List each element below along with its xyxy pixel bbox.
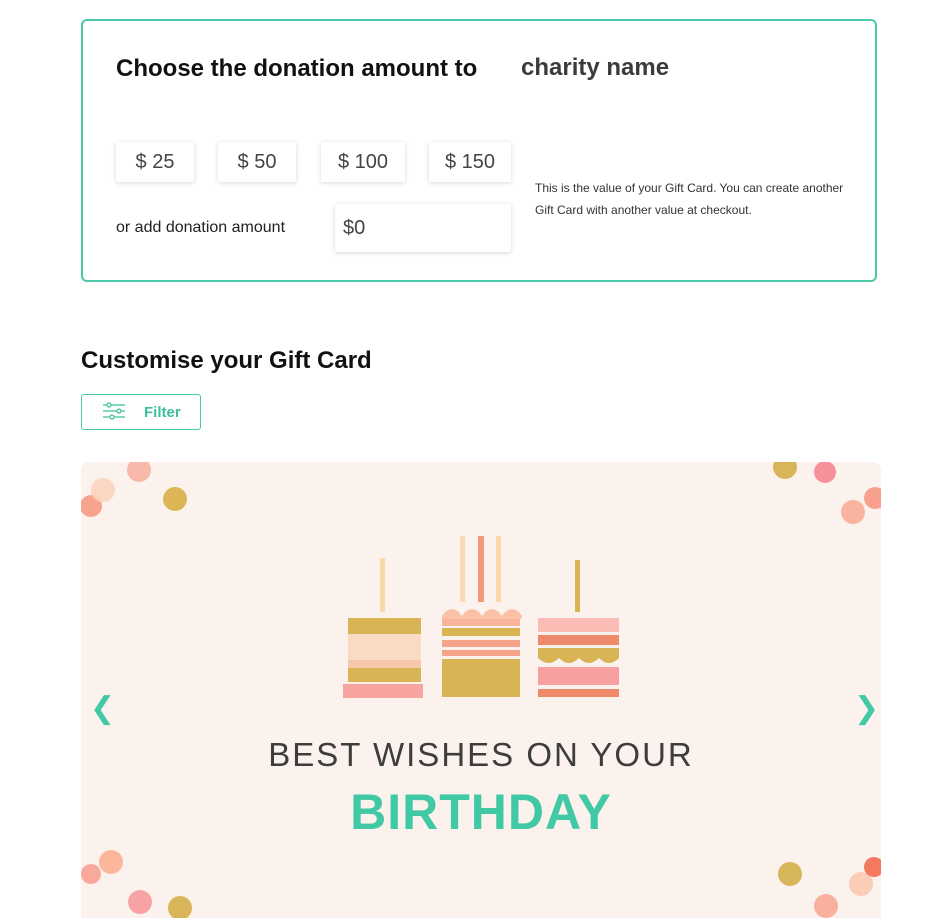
filter-label: Filter — [144, 403, 181, 421]
card-greeting-line1: BEST WISHES ON YOUR — [268, 736, 694, 773]
amount-150-button[interactable]: $ 150 — [429, 142, 511, 182]
gift-card-preview[interactable] — [81, 462, 881, 918]
gift-card-info-text: This is the value of your Gift Card. You… — [535, 181, 844, 217]
next-card-arrow-icon[interactable]: ❯ — [854, 694, 879, 724]
amount-25-button[interactable]: $ 25 — [116, 142, 194, 182]
custom-amount-input[interactable] — [335, 204, 511, 252]
birthday-card-artwork — [81, 462, 881, 918]
custom-amount-label: or add donation amount — [116, 219, 286, 236]
amount-100-button[interactable]: $ 100 — [321, 142, 405, 182]
prev-card-arrow-icon[interactable]: ❮ — [90, 694, 115, 724]
amount-50-button[interactable]: $ 50 — [218, 142, 296, 182]
charity-name: charity name — [521, 54, 670, 81]
sliders-icon — [102, 401, 126, 423]
donation-title: Choose the donation amount to — [116, 55, 478, 82]
customise-title: Customise your Gift Card — [81, 347, 372, 374]
donation-panel: Choose the donation amount to charity na… — [81, 19, 877, 282]
filter-button[interactable]: Filter — [81, 394, 201, 430]
card-greeting-line2: BIRTHDAY — [350, 784, 612, 840]
